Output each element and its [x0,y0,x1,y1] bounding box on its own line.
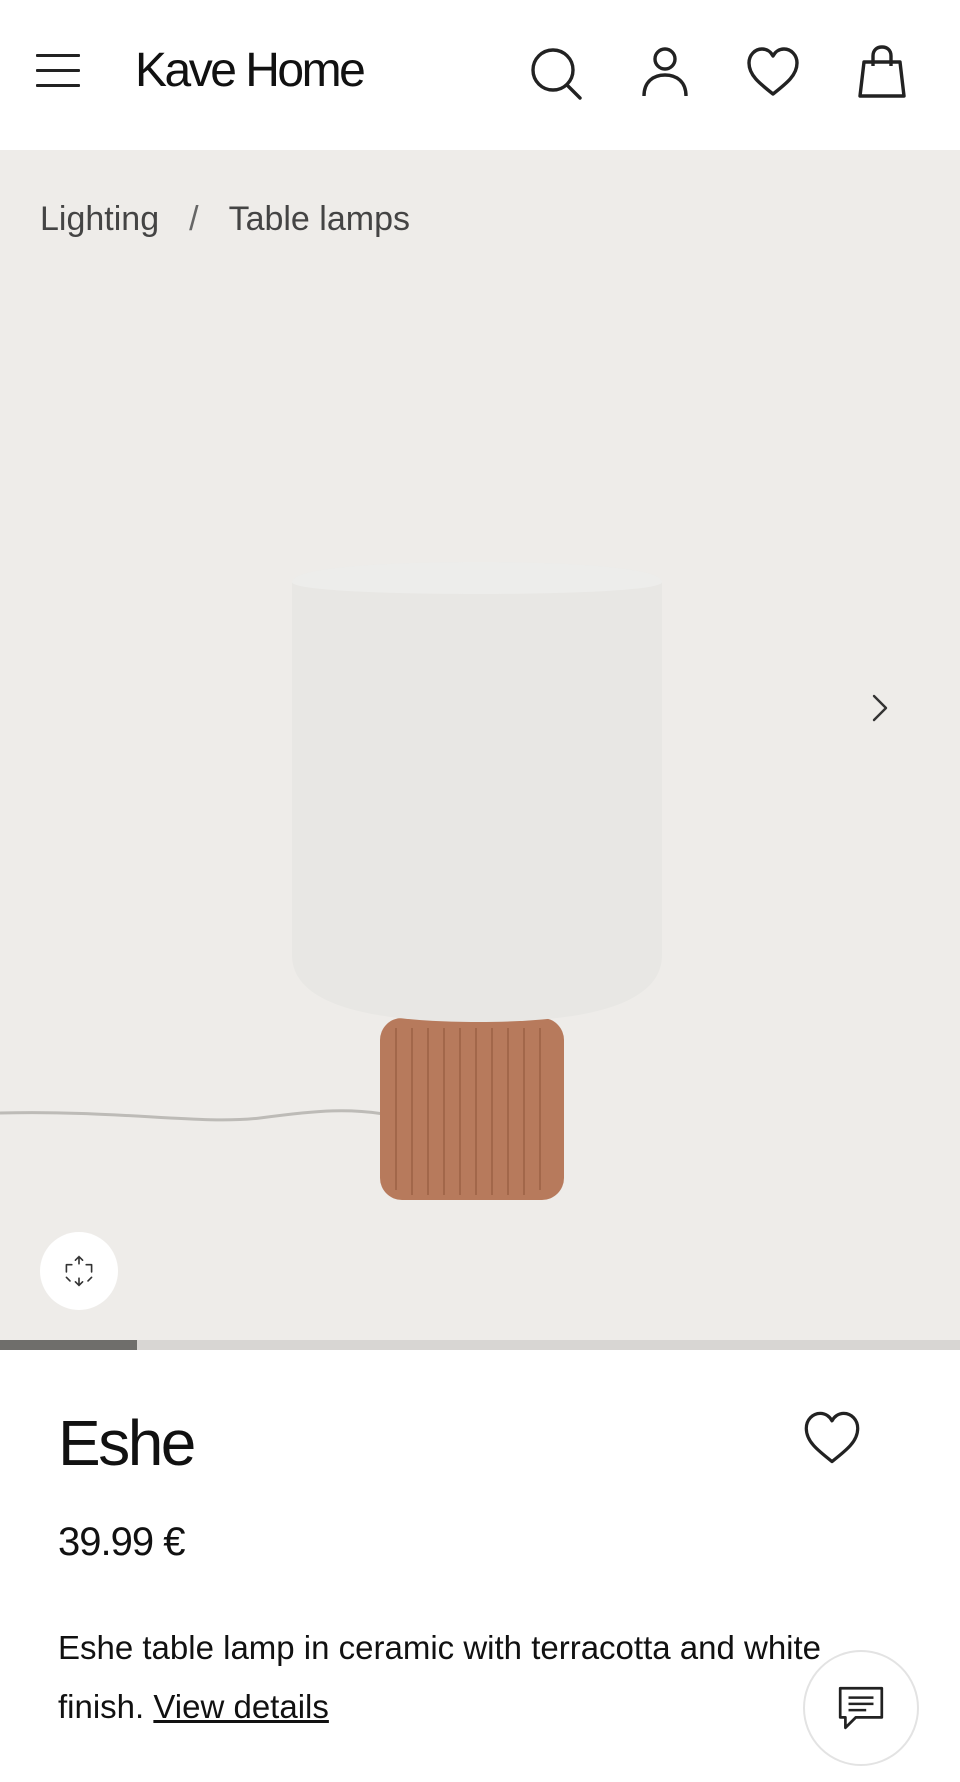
chevron-right-icon[interactable] [860,688,900,728]
breadcrumb-table-lamps[interactable]: Table lamps [229,200,410,239]
chat-button[interactable] [803,1650,919,1766]
product-gallery[interactable]: Lighting / Table lamps [0,150,960,1340]
product-title: Eshe [58,1407,196,1479]
menu-icon[interactable] [36,52,82,90]
breadcrumb-separator: / [189,200,199,238]
ar-view-button[interactable] [40,1232,118,1310]
search-icon[interactable] [528,44,584,100]
view-details-link[interactable]: View details [153,1688,329,1725]
chat-icon [838,1686,884,1730]
product-description: Eshe table lamp in ceramic with terracot… [58,1618,878,1736]
brand-logo[interactable]: Kave Home [135,42,366,100]
gallery-progress [0,1340,960,1350]
site-header: Kave Home [0,0,960,150]
breadcrumb-lighting[interactable]: Lighting [40,200,159,239]
product-image[interactable] [0,150,960,1340]
breadcrumb: Lighting / Table lamps [40,200,410,239]
wishlist-heart-icon[interactable] [745,44,801,100]
product-price: 39.99 € [58,1520,185,1564]
3d-view-icon [65,1255,93,1287]
add-to-wishlist-heart-icon[interactable] [802,1408,862,1468]
gallery-progress-fill [0,1340,138,1350]
account-icon[interactable] [637,44,693,100]
bag-icon[interactable] [854,44,910,100]
